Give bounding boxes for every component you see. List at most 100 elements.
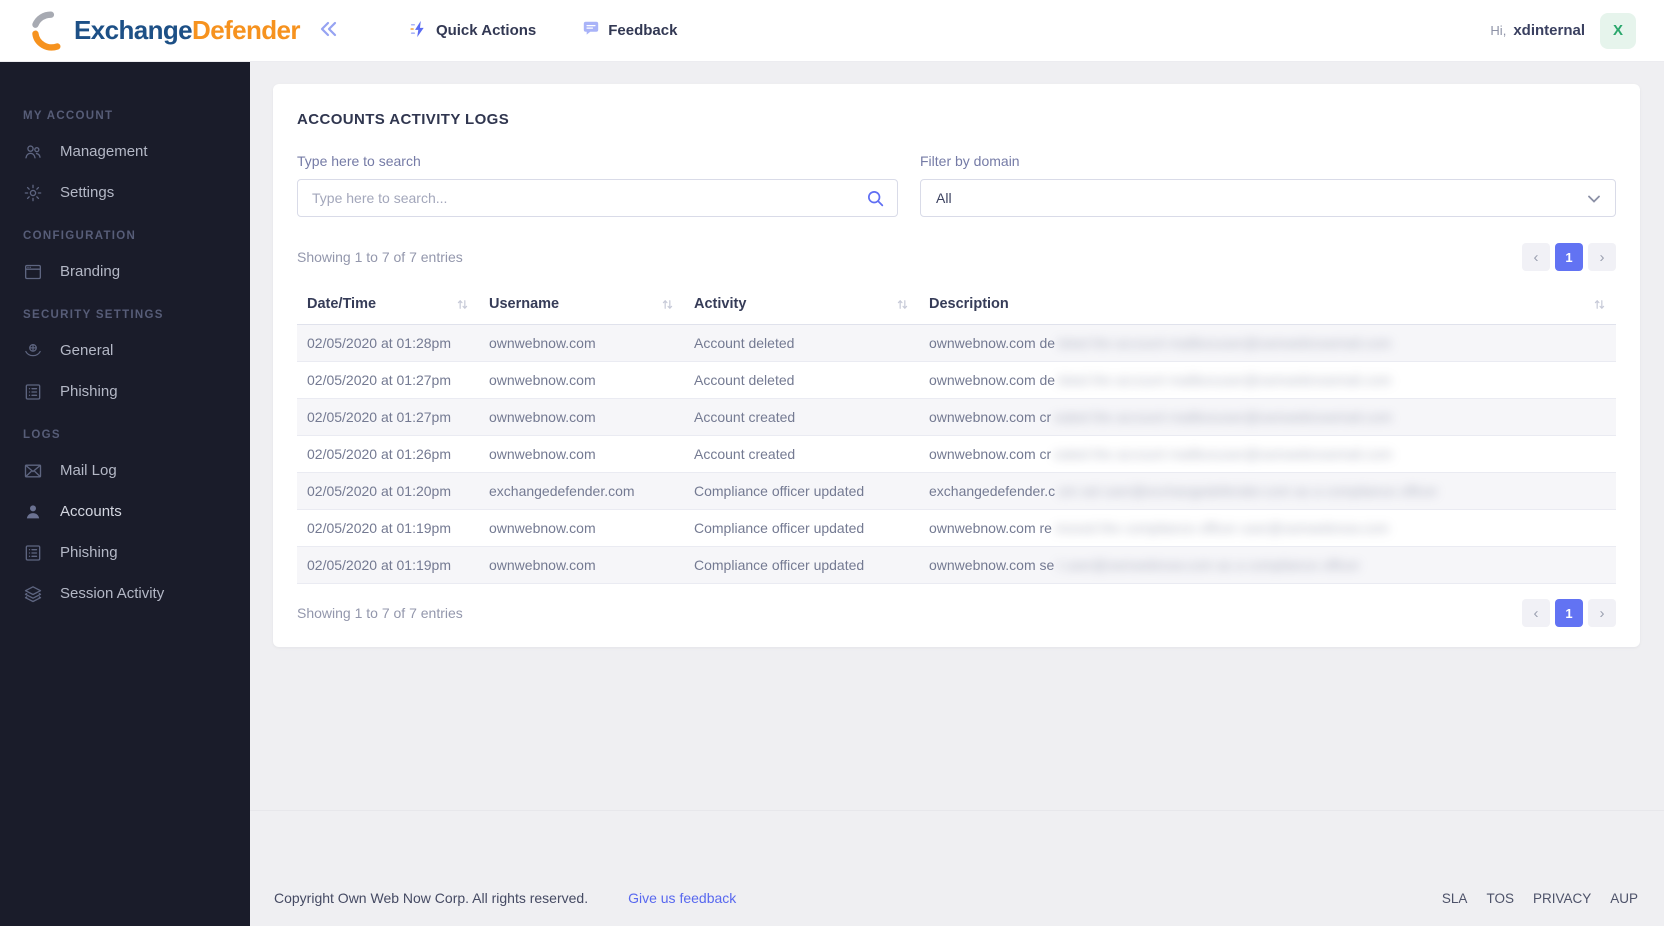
sidebar-section-security-settings: SECURITY SETTINGS General Phishing	[0, 309, 250, 412]
datetime-cell: 02/05/2020 at 01:20pm	[307, 483, 452, 499]
sidebar-item-settings[interactable]: Settings	[0, 172, 250, 213]
pagination-bottom: ‹ 1 ›	[1522, 599, 1616, 627]
description-cell: ownwebnow.com cr eated the account mailbo…	[919, 436, 1616, 472]
page-1-button[interactable]: 1	[1555, 599, 1583, 627]
username-cell: ownwebnow.com	[489, 335, 596, 351]
description-visible-text: ownwebnow.com cr	[929, 446, 1052, 462]
search-input[interactable]	[297, 179, 898, 217]
speech-bubble-icon	[582, 20, 600, 42]
datetime-cell: 02/05/2020 at 01:26pm	[307, 446, 452, 462]
column-header-description[interactable]: Description	[919, 284, 1616, 324]
table-row: 02/05/2020 at 01:28pm ownwebnow.com Accoun…	[297, 325, 1616, 362]
main-content: ACCOUNTS ACTIVITY LOGS Type here to sear…	[250, 62, 1664, 926]
description-visible-text: ownwebnow.com de	[929, 335, 1056, 351]
username-cell: ownwebnow.com	[489, 409, 596, 425]
username-cell: ownwebnow.com	[489, 446, 596, 462]
datetime-cell: 02/05/2020 at 01:27pm	[307, 372, 452, 388]
sidebar-item-session-activity[interactable]: Session Activity	[0, 573, 250, 614]
description-visible-text: ownwebnow.com cr	[929, 409, 1052, 425]
activity-logs-card: ACCOUNTS ACTIVITY LOGS Type here to sear…	[273, 84, 1640, 647]
app-root: ExchangeDefender Quick Actions Feedback …	[0, 0, 1664, 926]
table-meta-bottom: Showing 1 to 7 of 7 entries ‹ 1 ›	[297, 599, 1616, 627]
sidebar-item-management[interactable]: Management	[0, 131, 250, 172]
lightning-icon	[410, 20, 428, 42]
column-header-label: Activity	[694, 296, 747, 312]
quick-actions-label: Quick Actions	[435, 22, 537, 39]
prev-page-button[interactable]: ‹	[1522, 599, 1550, 627]
activity-cell: Account created	[694, 409, 796, 425]
feedback-label: Feedback	[608, 22, 678, 39]
legal-link-tos[interactable]: TOS	[1486, 891, 1514, 906]
table-header-row: Date/Time Username Activity Description	[297, 284, 1616, 325]
sidebar-section-logs: LOGS Mail Log Accounts Phishing Session Acti…	[0, 429, 250, 614]
table-row: 02/05/2020 at 01:27pm ownwebnow.com Accoun…	[297, 399, 1616, 436]
window-icon	[23, 262, 43, 282]
search-label: Type here to search	[297, 153, 421, 169]
sidebar-item-phishing[interactable]: Phishing	[0, 371, 250, 412]
sidebar-section-my-account: MY ACCOUNT Management Settings	[0, 110, 250, 213]
next-page-button[interactable]: ›	[1588, 599, 1616, 627]
domain-filter-select[interactable]: All	[920, 179, 1616, 217]
page-title: ACCOUNTS ACTIVITY LOGS	[297, 111, 510, 128]
sidebar-item-label: Management	[60, 143, 148, 160]
table-body: 02/05/2020 at 01:28pm ownwebnow.com Accoun…	[297, 325, 1616, 584]
quick-actions-button[interactable]: Quick Actions	[404, 19, 542, 43]
feedback-button[interactable]: Feedback	[576, 19, 683, 43]
filter-controls: Type here to search Filter by domain All	[297, 153, 1616, 217]
description-visible-text: ownwebnow.com de	[929, 372, 1056, 388]
sidebar-section-title: CONFIGURATION	[23, 230, 137, 242]
chevron-down-icon	[1588, 190, 1600, 206]
description-redacted-text: eated the account mailboxuser@ownwebnowm…	[1054, 409, 1393, 425]
logo[interactable]: ExchangeDefender	[30, 10, 301, 51]
sidebar-item-phishing[interactable]: Phishing	[0, 532, 250, 573]
description-cell: exchangedefender.c om set user@exchangede…	[919, 473, 1616, 509]
activity-cell: Account created	[694, 446, 796, 462]
activity-log-table: Date/Time Username Activity Description 02/0…	[297, 284, 1616, 584]
legal-link-privacy[interactable]: PRIVACY	[1533, 891, 1591, 906]
column-header-username[interactable]: Username	[479, 284, 684, 324]
legal-link-aup[interactable]: AUP	[1610, 891, 1638, 906]
user-avatar-button[interactable]: X	[1600, 12, 1636, 49]
sidebar-section-title: MY ACCOUNT	[23, 110, 114, 122]
datetime-cell: 02/05/2020 at 01:27pm	[307, 409, 452, 425]
domain-filter-value: All	[936, 190, 952, 206]
description-visible-text: exchangedefender.c	[929, 483, 1056, 499]
sidebar-item-label: Mail Log	[60, 462, 117, 479]
sidebar-item-general[interactable]: General	[0, 330, 250, 371]
table-row: 02/05/2020 at 01:20pm exchangedefender.co…	[297, 473, 1616, 510]
next-page-button[interactable]: ›	[1588, 243, 1616, 271]
username-text: xdinternal	[1513, 22, 1585, 39]
sidebar-item-label: General	[60, 342, 114, 359]
prev-page-button[interactable]: ‹	[1522, 243, 1550, 271]
datetime-cell: 02/05/2020 at 01:19pm	[307, 557, 452, 573]
logo-text-exchange: Exchange	[74, 15, 193, 45]
page-1-button[interactable]: 1	[1555, 243, 1583, 271]
sidebar-item-label: Accounts	[60, 503, 122, 520]
sidebar-item-accounts[interactable]: Accounts	[0, 491, 250, 532]
legal-link-sla[interactable]: SLA	[1442, 891, 1468, 906]
description-redacted-text: eated the account mailboxuser@ownwebnowm…	[1054, 446, 1393, 462]
description-cell: ownwebnow.com se t user@ownwebnow.com as …	[919, 547, 1616, 583]
filter-by-domain-label: Filter by domain	[920, 153, 1020, 169]
pagination-top: ‹ 1 ›	[1522, 243, 1616, 271]
column-header-activity[interactable]: Activity	[684, 284, 919, 324]
activity-cell: Account deleted	[694, 335, 795, 351]
sidebar-item-label: Settings	[60, 184, 115, 201]
sidebar-item-label: Phishing	[60, 383, 118, 400]
sidebar-item-mail-log[interactable]: Mail Log	[0, 450, 250, 491]
sort-icon	[661, 298, 674, 311]
table-row: 02/05/2020 at 01:19pm ownwebnow.com Compli…	[297, 547, 1616, 584]
sort-icon	[1593, 298, 1606, 311]
globe-hands-icon	[23, 341, 43, 361]
column-header-date-time[interactable]: Date/Time	[297, 284, 479, 324]
topbar: ExchangeDefender Quick Actions Feedback …	[0, 0, 1664, 62]
description-visible-text: ownwebnow.com se	[929, 557, 1055, 573]
datetime-cell: 02/05/2020 at 01:19pm	[307, 520, 452, 536]
column-header-label: Description	[929, 296, 1009, 312]
sidebar-collapse-button[interactable]	[312, 15, 342, 46]
list-icon	[23, 543, 43, 563]
list-icon	[23, 382, 43, 402]
give-feedback-link[interactable]: Give us feedback	[628, 890, 736, 906]
sidebar-item-branding[interactable]: Branding	[0, 251, 250, 292]
